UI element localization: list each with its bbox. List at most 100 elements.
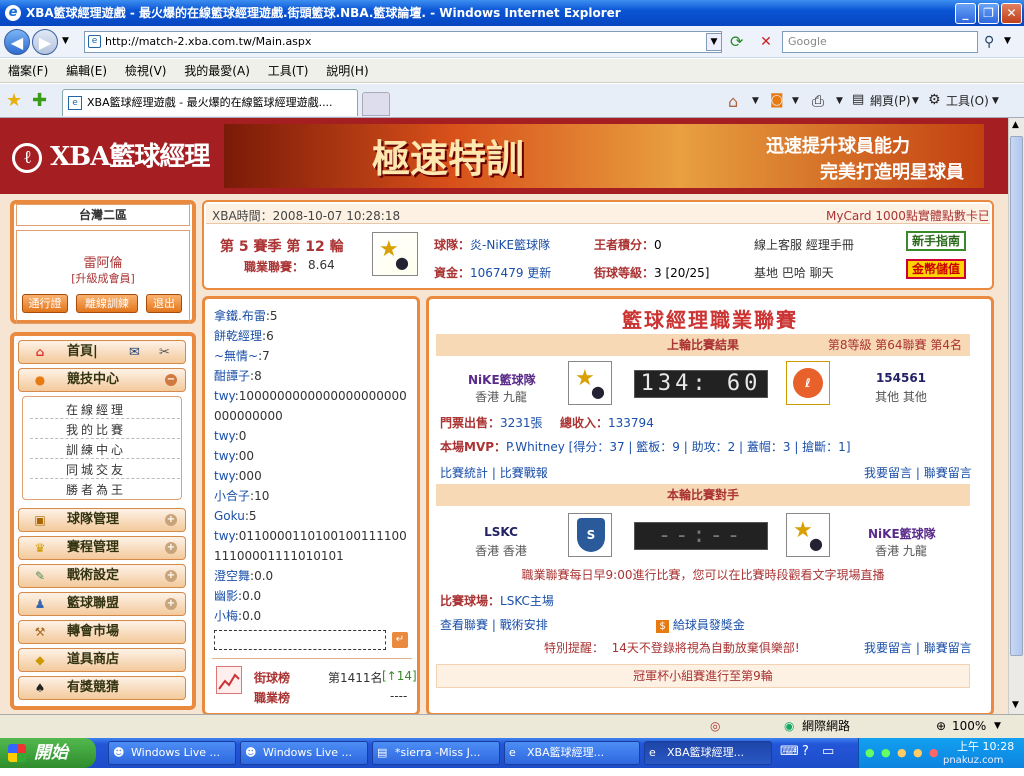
chat-user[interactable]: 酣譚子 [214, 369, 250, 383]
team-name[interactable]: 炎-NiKE籃球隊 [470, 238, 550, 252]
site-logo[interactable]: ℓ XBA籃球經理 [12, 136, 210, 173]
forward-button[interactable]: ▶ [32, 29, 58, 55]
tray-icon-3[interactable]: ● [897, 738, 907, 768]
rss-dropdown-icon[interactable]: ▼ [792, 96, 799, 106]
expand-icon[interactable]: + [165, 598, 177, 610]
gear-icon[interactable]: ⚙ [928, 92, 941, 108]
away-team[interactable]: 154561 [868, 371, 934, 385]
start-button[interactable]: 開始 [0, 738, 96, 768]
search-options-icon[interactable]: ▼ [1004, 36, 1011, 46]
chat-user[interactable]: 小合子 [214, 489, 250, 503]
new-tab-button[interactable] [362, 92, 390, 116]
desktop-icon[interactable]: ▭ [822, 744, 834, 759]
chat-user[interactable]: 餅乾經理 [214, 329, 262, 343]
sub-local-friends[interactable]: 同城交友 [66, 461, 126, 478]
menu-file[interactable]: 檔案(F) [8, 64, 48, 78]
tray-icon-2[interactable]: ● [881, 738, 891, 768]
send-icon[interactable]: ↵ [392, 632, 408, 648]
offline-train-button[interactable]: 離線訓練 [76, 294, 138, 313]
address-input[interactable]: e http://match-2.xba.com.tw/Main.aspx [84, 31, 722, 53]
chat-user[interactable]: twy [214, 449, 235, 463]
stats-link[interactable]: 比賽統計 [440, 466, 488, 480]
opp-team[interactable]: LSKC [468, 525, 534, 539]
service-links[interactable]: 線上客服 經理手冊 [754, 236, 854, 253]
task-xba-2[interactable]: e XBA籃球經理... [644, 741, 772, 765]
deposit-button[interactable]: 金幣儲值 [906, 259, 966, 279]
page-menu-button[interactable]: 網頁(P) [870, 92, 911, 109]
home-icon[interactable]: ⌂ [728, 92, 738, 111]
comment-link-2[interactable]: 我要留言 [864, 641, 912, 655]
menu-tools[interactable]: 工具(T) [268, 64, 309, 78]
menu-edit[interactable]: 編輯(E) [66, 64, 107, 78]
back-button[interactable]: ◀ [4, 29, 30, 55]
sub-my-games[interactable]: 我的比賽 [66, 421, 126, 438]
chat-user[interactable]: twy [214, 429, 235, 443]
sub-winner-king[interactable]: 勝者為王 [66, 481, 126, 498]
collapse-icon[interactable]: − [165, 374, 177, 386]
league-comment-link[interactable]: 聯賽留言 [924, 466, 972, 480]
close-button[interactable]: ✕ [1001, 3, 1022, 24]
passport-button[interactable]: 通行證 [22, 294, 68, 313]
nav-lottery[interactable]: ♠ 有獎競猜 [18, 676, 186, 700]
page-icon-btn[interactable]: ▤ [852, 92, 864, 107]
keyboard-icon[interactable]: ⌨ [780, 744, 799, 759]
report-link[interactable]: 比賽戰報 [500, 466, 548, 480]
ad-banner[interactable]: 極速特訓 迅速提升球員能力 完美打造明星球員 [224, 124, 984, 188]
cup-notice[interactable]: 冠軍杯小組賽進行至第9輪 [436, 664, 970, 688]
tray-icon-1[interactable]: ● [865, 738, 875, 768]
task-xba-1[interactable]: e XBA籃球經理... [504, 741, 640, 765]
stop-icon[interactable]: ✕ [756, 32, 776, 52]
security-icon[interactable]: ◎ [710, 715, 720, 737]
print-icon[interactable]: ⎙ [812, 92, 824, 110]
tools-menu-button[interactable]: 工具(O) [946, 92, 989, 109]
chat-input[interactable] [214, 630, 386, 650]
update-link[interactable]: 更新 [527, 266, 551, 280]
home-team[interactable]: NiKE籃球隊 [468, 371, 536, 388]
chat-user[interactable]: ~無情~ [214, 349, 258, 363]
scroll-thumb[interactable] [1010, 136, 1023, 656]
tray-icon-4[interactable]: ● [913, 738, 923, 768]
refresh-icon[interactable]: ⟳ [730, 32, 743, 51]
chat-user[interactable]: 澄空舞 [214, 569, 250, 583]
chat-user[interactable]: 小梅 [214, 609, 238, 623]
zoom-icon[interactable]: ⊕ [936, 715, 946, 737]
tab-xba[interactable]: e XBA籃球經理遊戲 - 最火爆的在線籃球經理遊戲.... [62, 89, 358, 116]
minimize-button[interactable]: _ [955, 3, 976, 24]
tools-icon[interactable]: ✂ [159, 342, 170, 364]
menu-favorites[interactable]: 我的最愛(A) [184, 64, 250, 78]
add-favorite-icon[interactable]: ✚ [32, 90, 47, 111]
bonus-link[interactable]: 給球員發獎金 [673, 618, 745, 632]
expand-icon[interactable]: + [165, 514, 177, 526]
menu-view[interactable]: 檢視(V) [125, 64, 167, 78]
favorites-star-icon[interactable]: ★ [6, 90, 22, 111]
menu-help[interactable]: 說明(H) [326, 64, 368, 78]
nav-schedule[interactable]: ♛ 賽程管理 + [18, 536, 186, 560]
nav-shop[interactable]: ◆ 道具商店 [18, 648, 186, 672]
nav-arena[interactable]: ● 競技中心 − [18, 368, 186, 392]
rss-icon[interactable]: ◙ [770, 92, 784, 108]
mail-icon[interactable]: ✉ [129, 342, 140, 364]
chat-user[interactable]: 拿鐵.布雷 [214, 309, 266, 323]
sub-online-manager[interactable]: 在線經理 [66, 401, 126, 418]
nav-tactics[interactable]: ✎ 戰術設定 + [18, 564, 186, 588]
task-sierra[interactable]: ▤ *sierra -Miss J... [372, 741, 500, 765]
nav-transfer[interactable]: ⚒ 轉會市場 [18, 620, 186, 644]
nav-home[interactable]: ⌂ 首頁| ✉ ✂ [18, 340, 186, 364]
scroll-up-icon[interactable]: ▲ [1012, 120, 1019, 130]
expand-icon[interactable]: + [165, 542, 177, 554]
chat-user[interactable]: twy [214, 469, 235, 483]
nav-league[interactable]: ♟ 籃球聯盟 + [18, 592, 186, 616]
tactic-link[interactable]: 戰術安排 [500, 618, 548, 632]
view-league-link[interactable]: 查看聯賽 [440, 618, 488, 632]
home-dropdown-icon[interactable]: ▼ [752, 96, 759, 106]
page-dropdown-icon[interactable]: ▼ [912, 96, 919, 106]
nav-team[interactable]: ▣ 球隊管理 + [18, 508, 186, 532]
mycard-marquee[interactable]: MyCard 1000點實體點數卡已經 [826, 207, 988, 224]
comment-link[interactable]: 我要留言 [864, 466, 912, 480]
expand-icon[interactable]: + [165, 570, 177, 582]
task-live-2[interactable]: ☻ Windows Live ... [240, 741, 368, 765]
my-team[interactable]: NiKE籃球隊 [868, 525, 936, 542]
vertical-scrollbar[interactable]: ▲ ▼ [1008, 118, 1024, 714]
chat-user[interactable]: 幽影 [214, 589, 238, 603]
league-comment-link-2[interactable]: 聯賽留言 [924, 641, 972, 655]
